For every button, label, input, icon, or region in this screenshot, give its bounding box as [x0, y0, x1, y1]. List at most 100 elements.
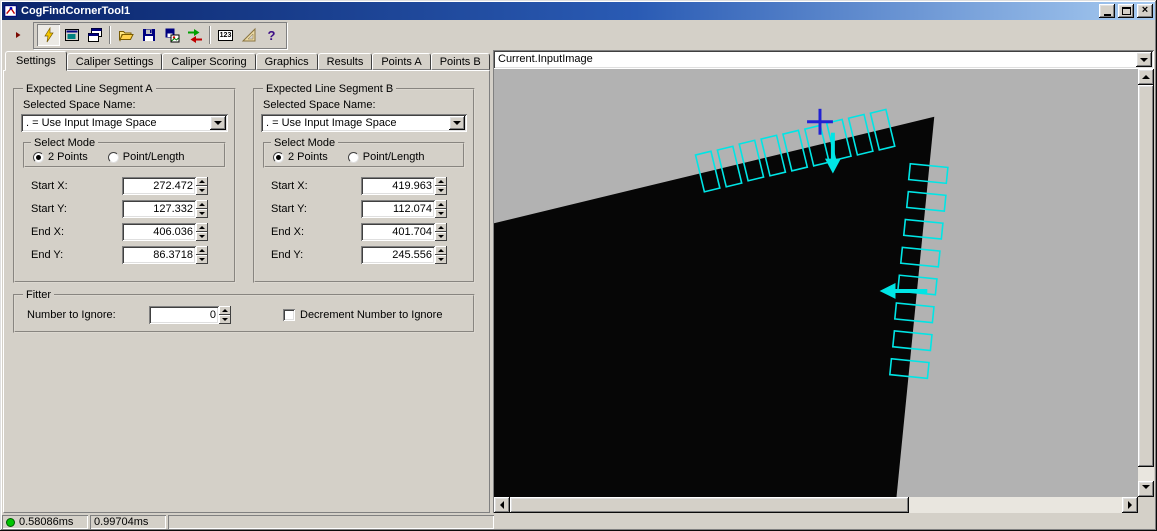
segment-a-mode-options: 2 Points Point/Length: [29, 151, 220, 163]
radio-icon: [273, 152, 284, 163]
tab-graphics[interactable]: Graphics: [256, 53, 318, 70]
tab-caliper-scoring[interactable]: Caliper Scoring: [162, 53, 255, 70]
titlebar: CogFindCornerTool1 ×: [2, 2, 1155, 20]
measure-button[interactable]: [237, 24, 260, 46]
field-label: End Y:: [271, 249, 361, 261]
input-image-display[interactable]: [494, 69, 1138, 497]
fitter-title: Fitter: [23, 289, 54, 301]
scroll-right-button[interactable]: [1122, 497, 1138, 513]
segment-b-mode-options: 2 Points Point/Length: [269, 151, 459, 163]
open-file-button[interactable]: [114, 24, 137, 46]
horizontal-scrollbar[interactable]: [494, 497, 1138, 513]
ignore-count-input[interactable]: [149, 306, 219, 324]
scrollbar-corner: [1138, 497, 1154, 513]
segment-b-start-x-input[interactable]: [361, 177, 435, 195]
cascade-windows-button[interactable]: [83, 24, 106, 46]
segment-a-mode-pointlength-radio[interactable]: Point/Length: [108, 151, 185, 163]
display-window-icon: [64, 27, 80, 43]
app-icon: [4, 4, 18, 18]
segment-a-space-value: . = Use Input Image Space: [26, 117, 157, 129]
lightning-icon: [41, 27, 57, 43]
segment-b-mode-2points-radio[interactable]: 2 Points: [273, 151, 328, 163]
window-title: CogFindCornerTool1: [21, 5, 1096, 17]
segment-a-start-x-spinner[interactable]: [196, 177, 208, 195]
segment-b-mode-pointlength-radio[interactable]: Point/Length: [348, 151, 425, 163]
save-image-button[interactable]: [160, 24, 183, 46]
transfer-button[interactable]: [183, 24, 206, 46]
image-source-value: Current.InputImage: [498, 53, 593, 65]
tab-points-a[interactable]: Points A: [372, 53, 430, 70]
scroll-down-button[interactable]: [1138, 481, 1154, 497]
settings-tab-page: Expected Line Segment A Selected Space N…: [3, 70, 490, 513]
segment-b-end-y-input[interactable]: [361, 246, 435, 264]
field-row: End Y:: [31, 245, 208, 264]
ruler-icon: [241, 27, 257, 43]
field-label: End X:: [271, 226, 361, 238]
save-image-icon: [164, 27, 180, 43]
segment-a-start-y-input[interactable]: [122, 200, 196, 218]
horizontal-scroll-thumb[interactable]: [510, 497, 909, 513]
vertical-scroll-thumb[interactable]: [1138, 85, 1154, 467]
segment-b-start-y-input[interactable]: [361, 200, 435, 218]
maximize-button[interactable]: [1118, 4, 1134, 18]
field-label: Start Y:: [31, 203, 122, 215]
float-display-button[interactable]: [60, 24, 83, 46]
numbers-icon: 123: [218, 30, 234, 41]
segment-a-end-x-input[interactable]: [122, 223, 196, 241]
total-time-value: 0.99704ms: [94, 516, 148, 528]
segment-a-start-x-input[interactable]: [122, 177, 196, 195]
transfer-arrows-icon: [187, 27, 203, 43]
tab-caliper-settings[interactable]: Caliper Settings: [67, 53, 163, 70]
field-label: Start X:: [31, 180, 122, 192]
segment-b-title: Expected Line Segment B: [263, 83, 396, 95]
field-row: End X:: [271, 222, 447, 241]
vertical-scrollbar[interactable]: [1138, 69, 1154, 497]
run-button[interactable]: [8, 24, 28, 46]
fitter-row: Number to Ignore: Decrement Number to Ig…: [27, 306, 459, 324]
radio-icon: [108, 152, 119, 163]
segment-a-space-combo[interactable]: . = Use Input Image Space: [21, 114, 228, 132]
chevron-down-icon[interactable]: [1136, 52, 1152, 67]
segment-b-mode-title: Select Mode: [271, 137, 338, 149]
segment-b-end-x-spinner[interactable]: [435, 223, 447, 241]
image-source-combo[interactable]: Current.InputImage: [493, 50, 1154, 69]
decrement-checkbox-row: Decrement Number to Ignore: [283, 309, 442, 321]
segment-a-title: Expected Line Segment A: [23, 83, 156, 95]
segment-a-group: Expected Line Segment A Selected Space N…: [13, 83, 236, 283]
tab-results[interactable]: Results: [318, 53, 373, 70]
help-button[interactable]: ?: [260, 24, 283, 46]
segment-a-end-y-spinner[interactable]: [196, 246, 208, 264]
segment-b-start-y-spinner[interactable]: [435, 200, 447, 218]
segment-a-mode-group: Select Mode 2 Points Point/Length: [23, 137, 226, 168]
tab-settings[interactable]: Settings: [5, 51, 67, 71]
field-row: Start X:: [31, 176, 208, 195]
segment-a-mode-2points-radio[interactable]: 2 Points: [33, 151, 88, 163]
numeric-precision-button[interactable]: 123: [214, 24, 237, 46]
tab-points-b[interactable]: Points B: [431, 53, 490, 70]
radio-icon: [33, 152, 44, 163]
segment-b-end-x-input[interactable]: [361, 223, 435, 241]
chevron-down-icon[interactable]: [449, 116, 465, 130]
decrement-checkbox-label: Decrement Number to Ignore: [300, 309, 442, 321]
save-file-button[interactable]: [137, 24, 160, 46]
scroll-left-button[interactable]: [494, 497, 510, 513]
segment-b-start-x-spinner[interactable]: [435, 177, 447, 195]
segment-a-end-y-input[interactable]: [122, 246, 196, 264]
close-button[interactable]: ×: [1137, 4, 1153, 18]
scroll-up-button[interactable]: [1138, 69, 1154, 85]
autorun-toggle-button[interactable]: [37, 24, 60, 46]
ignore-count-spinner[interactable]: [219, 306, 231, 324]
segment-a-start-y-spinner[interactable]: [196, 200, 208, 218]
segment-b-end-y-spinner[interactable]: [435, 246, 447, 264]
segment-b-space-combo[interactable]: . = Use Input Image Space: [261, 114, 467, 132]
toolbar: 123 ?: [2, 20, 1155, 50]
segment-a-end-x-spinner[interactable]: [196, 223, 208, 241]
segment-b-group: Expected Line Segment B Selected Space N…: [253, 83, 475, 283]
tab-strip: Settings Caliper Settings Caliper Scorin…: [3, 50, 490, 70]
minimize-button[interactable]: [1099, 4, 1115, 18]
chevron-down-icon[interactable]: [210, 116, 226, 130]
decrement-checkbox[interactable]: [283, 309, 295, 321]
segment-b-mode-group: Select Mode 2 Points Point/Length: [263, 137, 465, 168]
image-viewport: [493, 69, 1154, 513]
segment-b-space-label: Selected Space Name:: [263, 99, 467, 111]
